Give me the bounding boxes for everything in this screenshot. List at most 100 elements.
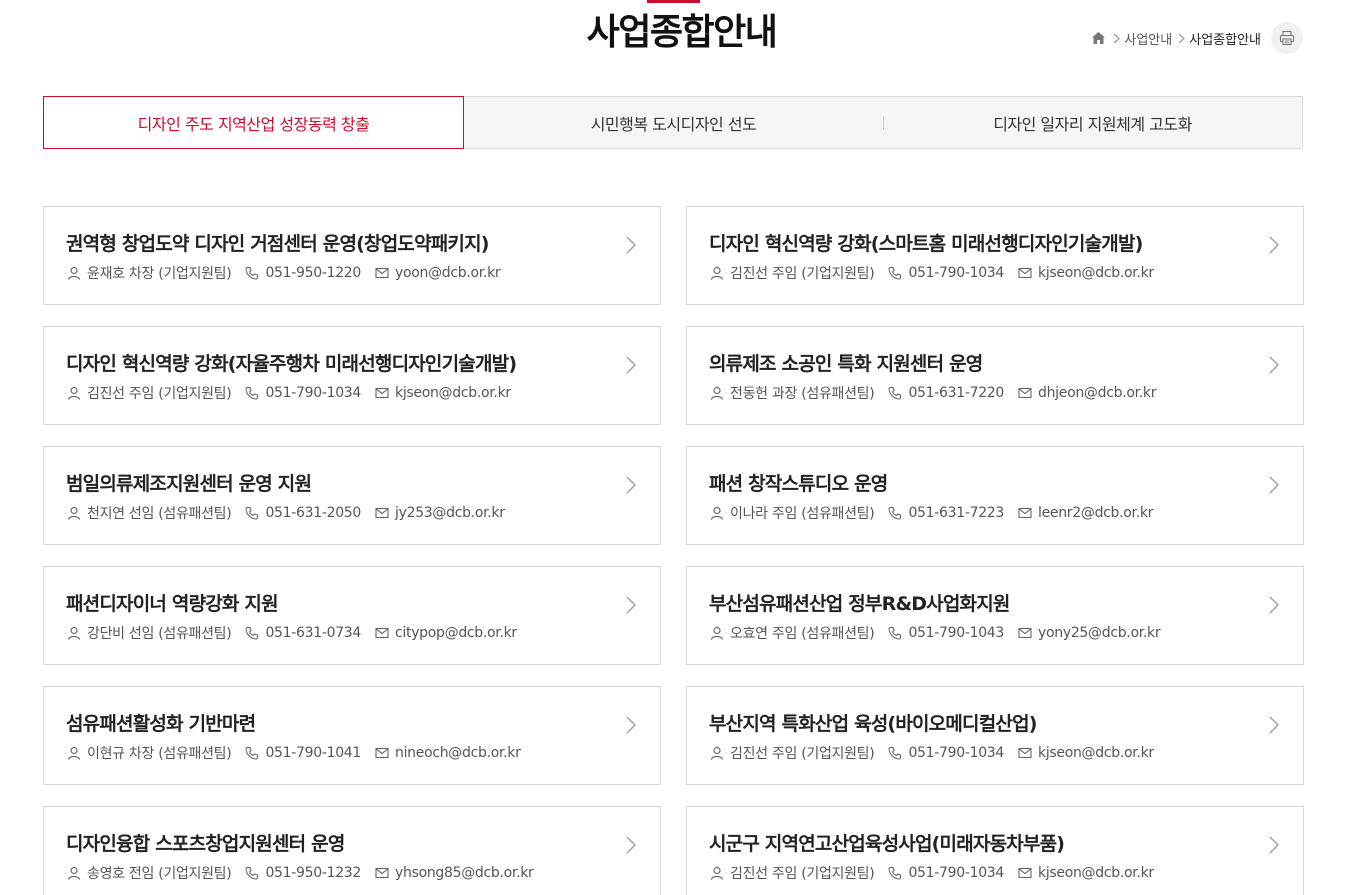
contact-phone: 051-790-1034 (908, 865, 1005, 881)
contact-person: 천지연 선임 (섬유패션팀) (87, 506, 232, 522)
person-icon (67, 266, 81, 280)
phone-icon (245, 506, 259, 520)
contact-email: kjseon@dcb.or.kr (1038, 745, 1154, 761)
contact-email: kjseon@dcb.or.kr (395, 385, 511, 401)
contact-email: leenr2@dcb.or.kr (1038, 505, 1154, 521)
program-card[interactable]: 디자인융합 스포츠창업지원센터 운영 송영호 전임 (기업지원팀) 051-950-… (43, 806, 661, 895)
person-icon (67, 626, 81, 640)
contact-phone: 051-790-1043 (908, 625, 1005, 641)
mail-icon (375, 746, 389, 760)
contact-phone: 051-790-1034 (265, 385, 362, 401)
program-card[interactable]: 디자인 혁신역량 강화(스마트홈 미래선행디자인기술개발) 김진선 주임 (기업지… (686, 206, 1304, 305)
chevron-right-icon (1178, 33, 1186, 44)
program-card[interactable]: 부산섬유패션산업 정부R&D사업화지원 오효연 주임 (섬유패션팀) 051-790… (686, 566, 1304, 665)
program-card[interactable]: 패션 창작스튜디오 운영이나라 주임 (섬유패션팀) 051-631-7223 le… (686, 446, 1304, 545)
chevron-right-icon (624, 835, 638, 855)
contact-person: 이나라 주임 (섬유패션팀) (730, 506, 875, 522)
contact-person: 김진선 주임 (기업지원팀) (730, 746, 875, 762)
title-accent-bar (647, 0, 700, 3)
contact-phone: 051-631-7223 (908, 505, 1005, 521)
contact-person: 김진선 주임 (기업지원팀) (87, 386, 232, 402)
person-icon (710, 506, 724, 520)
tab-bar: 디자인 주도 지역산업 성장동력 창출 시민행복 도시디자인 선도 디자인 일자… (43, 96, 1303, 149)
phone-icon (888, 626, 902, 640)
contact-email: yony25@dcb.or.kr (1038, 625, 1161, 641)
tab-label: 시민행복 도시디자인 선도 (590, 114, 757, 134)
tab-divider (883, 116, 884, 130)
contact-person: 전동헌 과장 (섬유패션팀) (730, 386, 875, 402)
person-icon (67, 386, 81, 400)
contact-email: kjseon@dcb.or.kr (1038, 265, 1154, 281)
program-card[interactable]: 범일의류제조지원센터 운영 지원 천지연 선임 (섬유패션팀) 051-631-20… (43, 446, 661, 545)
contact-info: 김진선 주임 (기업지원팀) 051-790-1034 kjseon@dcb.or.… (710, 263, 1168, 283)
contact-info: 이나라 주임 (섬유패션팀) 051-631-7223 leenr2@dcb.or.… (710, 503, 1167, 523)
home-icon[interactable] (1091, 30, 1107, 46)
mail-icon (1018, 626, 1032, 640)
chevron-right-icon (1267, 235, 1281, 255)
phone-icon (888, 386, 902, 400)
print-button[interactable] (1271, 22, 1303, 54)
mail-icon (1018, 506, 1032, 520)
program-title: 패션 창작스튜디오 운영 (709, 473, 888, 495)
mail-icon (1018, 866, 1032, 880)
program-card[interactable]: 권역형 창업도약 디자인 거점센터 운영(창업도약패키지) 윤재호 차장 (기업지… (43, 206, 661, 305)
contact-phone: 051-950-1220 (265, 265, 362, 281)
person-icon (67, 866, 81, 880)
contact-person: 이현규 차장 (섬유패션팀) (87, 746, 232, 762)
program-title: 패션디자이너 역량강화 지원 (66, 593, 279, 615)
tab-label: 디자인 일자리 지원체계 고도화 (993, 114, 1192, 134)
contact-info: 오효연 주임 (섬유패션팀) 051-790-1043 yony25@dcb.or.… (710, 623, 1174, 643)
contact-person: 윤재호 차장 (기업지원팀) (87, 266, 232, 282)
contact-info: 김진선 주임 (기업지원팀) 051-790-1034 kjseon@dcb.or.… (710, 743, 1168, 763)
contact-info: 김진선 주임 (기업지원팀) 051-790-1034 kjseon@dcb.or.… (67, 383, 525, 403)
chevron-right-icon (624, 475, 638, 495)
printer-icon (1279, 30, 1295, 46)
contact-phone: 051-631-0734 (265, 625, 362, 641)
chevron-right-icon (1267, 595, 1281, 615)
person-icon (710, 626, 724, 640)
mail-icon (1018, 386, 1032, 400)
contact-info: 이현규 차장 (섬유패션팀) 051-790-1041 nineoch@dcb.or… (67, 743, 535, 763)
person-icon (710, 386, 724, 400)
program-title: 부산지역 특화산업 육성(바이오메디컬산업) (709, 713, 1037, 735)
contact-phone: 051-790-1041 (265, 745, 362, 761)
mail-icon (375, 386, 389, 400)
program-title: 디자인융합 스포츠창업지원센터 운영 (66, 833, 345, 855)
contact-info: 강단비 선임 (섬유패션팀) 051-631-0734 citypop@dcb.or… (67, 623, 531, 643)
program-card[interactable]: 시군구 지역연고산업육성사업(미래자동차부품) 김진선 주임 (기업지원팀) 051… (686, 806, 1304, 895)
phone-icon (245, 626, 259, 640)
chevron-right-icon (624, 595, 638, 615)
program-card[interactable]: 디자인 혁신역량 강화(자율주행차 미래선행디자인기술개발) 김진선 주임 (기업… (43, 326, 661, 425)
program-card[interactable]: 섬유패션활성화 기반마련 이현규 차장 (섬유패션팀) 051-790-1041 ni… (43, 686, 661, 785)
program-title: 시군구 지역연고산업육성사업(미래자동차부품) (709, 833, 1065, 855)
contact-email: citypop@dcb.or.kr (395, 625, 517, 641)
tab-design-jobs[interactable]: 디자인 일자리 지원체계 고도화 (883, 97, 1302, 148)
chevron-right-icon (1267, 835, 1281, 855)
contact-phone: 051-790-1034 (908, 745, 1005, 761)
program-card[interactable]: 부산지역 특화산업 육성(바이오메디컬산업) 김진선 주임 (기업지원팀) 051-… (686, 686, 1304, 785)
tab-regional-industry[interactable]: 디자인 주도 지역산업 성장동력 창출 (43, 96, 464, 149)
chevron-right-icon (1267, 475, 1281, 495)
contact-info: 윤재호 차장 (기업지원팀) 051-950-1220 yoon@dcb.or.kr (67, 263, 514, 283)
program-title: 섬유패션활성화 기반마련 (66, 713, 256, 735)
person-icon (710, 746, 724, 760)
person-icon (67, 506, 81, 520)
phone-icon (888, 866, 902, 880)
contact-person: 김진선 주임 (기업지원팀) (730, 266, 875, 282)
contact-email: yhsong85@dcb.or.kr (395, 865, 534, 881)
breadcrumb-item[interactable]: 사업안내 (1124, 29, 1172, 48)
contact-phone: 051-790-1034 (908, 265, 1005, 281)
mail-icon (1018, 746, 1032, 760)
contact-phone: 051-950-1232 (265, 865, 362, 881)
phone-icon (888, 746, 902, 760)
program-card[interactable]: 의류제조 소공인 특화 지원센터 운영 전동헌 과장 (섬유패션팀) 051-631… (686, 326, 1304, 425)
contact-email: dhjeon@dcb.or.kr (1038, 385, 1157, 401)
tab-urban-design[interactable]: 시민행복 도시디자인 선도 (464, 97, 883, 148)
person-icon (710, 266, 724, 280)
contact-email: jy253@dcb.or.kr (395, 505, 505, 521)
breadcrumb-current[interactable]: 사업종합안내 (1189, 29, 1261, 48)
chevron-right-icon (1113, 33, 1121, 44)
program-card[interactable]: 패션디자이너 역량강화 지원강단비 선임 (섬유패션팀) 051-631-0734… (43, 566, 661, 665)
chevron-right-icon (1267, 355, 1281, 375)
contact-phone: 051-631-2050 (265, 505, 362, 521)
